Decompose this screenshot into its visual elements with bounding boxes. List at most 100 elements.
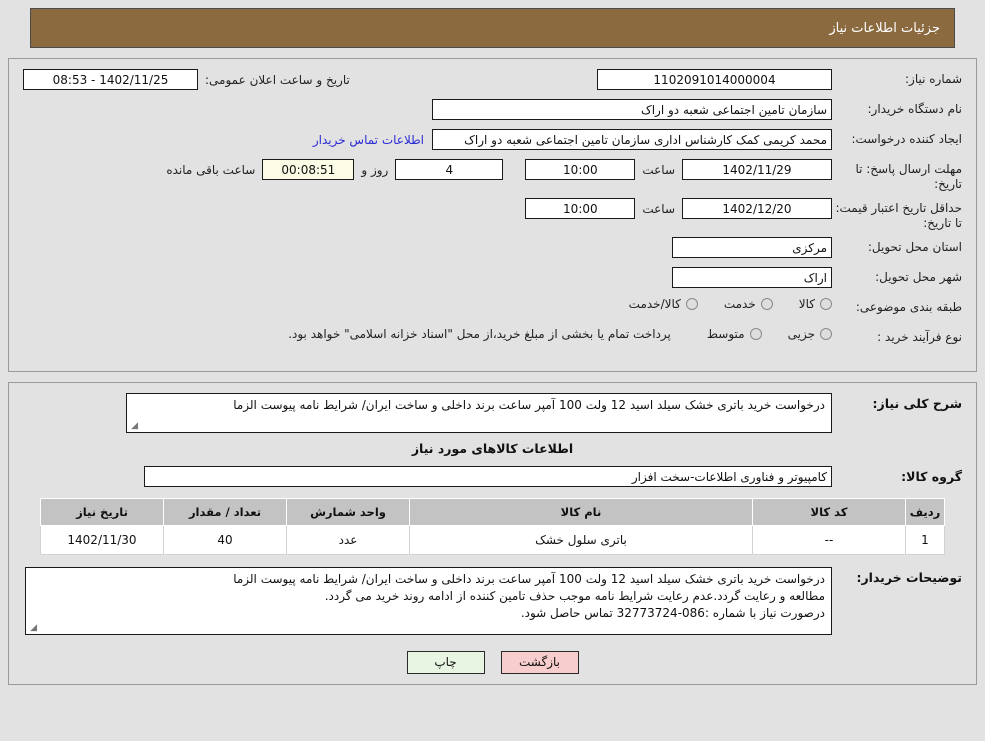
- general-description-fields: درخواست خرید باتری خشک سیلد اسید 12 ولت …: [23, 393, 832, 433]
- goods-table-head: ردیف کد کالا نام کالا واحد شمارش تعداد /…: [40, 498, 945, 526]
- buyer-notes-line-2: مطالعه و رعایت گردد.عدم رعایت شرایط نامه…: [324, 589, 825, 603]
- row-purchase-process: نوع فرآیند خرید : جزیی متوسط پرداخت تمام…: [23, 327, 962, 351]
- back-button[interactable]: بازگشت: [500, 651, 579, 674]
- cell-name: باتری سلول خشک: [409, 525, 753, 555]
- category-option-goods-label: کالا: [798, 297, 815, 311]
- remaining-days-label: روز و: [361, 162, 389, 177]
- process-option-medium[interactable]: متوسط: [707, 327, 762, 341]
- row-goods-group: گروه کالا: کامپیوتر و فناوری اطلاعات-سخت…: [23, 466, 962, 490]
- need-info-panel: شماره نیاز: 1102091014000004 تاریخ و ساع…: [8, 58, 977, 372]
- process-option-minor[interactable]: جزیی: [788, 327, 832, 341]
- row-response-deadline: مهلت ارسال پاسخ: تا تاریخ: 1402/11/29 سا…: [23, 159, 962, 192]
- radio-icon[interactable]: [820, 298, 832, 310]
- table-row: 1 -- باتری سلول خشک عدد 40 1402/11/30: [40, 525, 945, 555]
- row-price-validity: حداقل تاریخ اعتبار قیمت: تا تاریخ: 1402/…: [23, 198, 962, 231]
- row-requester: ایجاد کننده درخواست: محمد کریمی کمک کارش…: [23, 129, 962, 153]
- row-delivery-city: شهر محل تحویل: اراک: [23, 267, 962, 291]
- delivery-province-label: استان محل تحویل:: [867, 240, 962, 254]
- goods-group-fields: کامپیوتر و فناوری اطلاعات-سخت افزار: [23, 466, 832, 487]
- buyer-notes-label: توضیحات خریدار:: [856, 570, 962, 585]
- col-header-name: نام کالا: [409, 498, 753, 526]
- purchase-process-fields: جزیی متوسط پرداخت تمام یا بخشی از مبلغ خ…: [23, 327, 832, 341]
- general-description-label: شرح کلی نیاز:: [872, 396, 962, 411]
- radio-icon[interactable]: [685, 298, 698, 310]
- delivery-city-label: شهر محل تحویل:: [875, 270, 962, 284]
- goods-table-body: 1 -- باتری سلول خشک عدد 40 1402/11/30: [40, 525, 945, 555]
- delivery-city-fields: اراک: [23, 267, 832, 288]
- category-option-goods[interactable]: کالا: [799, 297, 832, 311]
- goods-section-title: اطلاعات کالاهای مورد نیاز: [411, 441, 574, 456]
- row-delivery-province: استان محل تحویل: مرکزی: [23, 237, 962, 261]
- need-number-label: شماره نیاز:: [905, 72, 962, 86]
- row-buyer-org: نام دستگاه خریدار: سازمان تامین اجتماعی …: [23, 99, 962, 123]
- goods-table-header-row: ردیف کد کالا نام کالا واحد شمارش تعداد /…: [40, 498, 945, 526]
- category-option-goods-service[interactable]: کالا/خدمت: [629, 297, 698, 311]
- response-deadline-fields: 1402/11/29 ساعت 10:00 4 روز و 00:08:51 س…: [23, 159, 832, 180]
- col-header-qty: تعداد / مقدار: [163, 498, 287, 526]
- requester-value: محمد کریمی کمک کارشناس اداری سازمان تامی…: [432, 129, 832, 150]
- resize-grip-icon[interactable]: ◢: [28, 624, 37, 633]
- buyer-org-fields: سازمان تامین اجتماعی شعبه دو اراک: [23, 99, 832, 120]
- category-option-service-label: خدمت: [723, 297, 756, 311]
- countdown-timer-label: ساعت باقی مانده: [166, 162, 256, 177]
- purchase-process-note: پرداخت تمام یا بخشی از مبلغ خرید،از محل …: [288, 327, 671, 341]
- cell-radif: 1: [905, 525, 945, 555]
- page-header-bar: جزئیات اطلاعات نیاز: [30, 8, 955, 48]
- purchase-process-label: نوع فرآیند خرید :: [877, 330, 962, 344]
- page-title: جزئیات اطلاعات نیاز: [829, 20, 940, 36]
- radio-icon[interactable]: [749, 328, 762, 340]
- col-header-date: تاریخ نیاز: [40, 498, 164, 526]
- requester-fields: محمد کریمی کمک کارشناس اداری سازمان تامی…: [23, 129, 832, 150]
- response-deadline-date: 1402/11/29: [682, 159, 832, 180]
- footer-actions: بازگشت چاپ: [23, 651, 962, 674]
- process-option-medium-label: متوسط: [706, 327, 745, 341]
- price-validity-hour: 10:00: [525, 198, 636, 219]
- cell-unit: عدد: [286, 525, 410, 555]
- col-header-code: کد کالا: [752, 498, 906, 526]
- row-subject-category: طبقه بندی موضوعی: کالا خدمت کالا/خدمت: [23, 297, 962, 321]
- countdown-timer-value: 00:08:51: [262, 159, 355, 180]
- col-header-radif: ردیف: [905, 498, 945, 526]
- buyer-notes-line-1: درخواست خرید باتری خشک سیلد اسید 12 ولت …: [233, 572, 825, 586]
- delivery-province-value: مرکزی: [672, 237, 832, 258]
- delivery-city-value: اراک: [672, 267, 832, 288]
- price-validity-hour-label: ساعت: [642, 201, 675, 216]
- price-validity-date: 1402/12/20: [682, 198, 832, 219]
- cell-qty: 40: [163, 525, 287, 555]
- price-validity-label: حداقل تاریخ اعتبار قیمت: تا تاریخ:: [835, 201, 962, 230]
- goods-group-value: کامپیوتر و فناوری اطلاعات-سخت افزار: [144, 466, 832, 487]
- subject-category-label: طبقه بندی موضوعی:: [855, 300, 962, 314]
- cell-code: --: [752, 525, 906, 555]
- row-need-number: شماره نیاز: 1102091014000004 تاریخ و ساع…: [23, 69, 962, 93]
- radio-icon[interactable]: [820, 328, 832, 340]
- row-general-description: شرح کلی نیاز: درخواست خرید باتری خشک سیل…: [23, 393, 962, 433]
- page-root: جزئیات اطلاعات نیاز شماره نیاز: 11020910…: [0, 8, 985, 685]
- resize-grip-icon[interactable]: ◢: [129, 422, 138, 431]
- buyer-contact-link[interactable]: اطلاعات تماس خریدار: [305, 133, 432, 147]
- buyer-org-value: سازمان تامین اجتماعی شعبه دو اراک: [432, 99, 832, 120]
- response-deadline-hour-label: ساعت: [642, 162, 675, 177]
- buyer-org-label: نام دستگاه خریدار:: [867, 102, 963, 116]
- process-option-minor-label: جزیی: [787, 327, 815, 341]
- print-button[interactable]: چاپ: [406, 651, 485, 674]
- general-description-textarea[interactable]: درخواست خرید باتری خشک سیلد اسید 12 ولت …: [126, 393, 832, 433]
- publish-datetime-value: 1402/11/25 - 08:53: [23, 69, 198, 90]
- buyer-notes-fields: درخواست خرید باتری خشک سیلد اسید 12 ولت …: [23, 567, 832, 635]
- delivery-province-fields: مرکزی: [23, 237, 832, 258]
- price-validity-fields: 1402/12/20 ساعت 10:00: [23, 198, 832, 219]
- subject-category-fields: کالا خدمت کالا/خدمت: [23, 297, 832, 311]
- category-option-service[interactable]: خدمت: [724, 297, 773, 311]
- col-header-unit: واحد شمارش: [286, 498, 410, 526]
- buyer-notes-textarea[interactable]: درخواست خرید باتری خشک سیلد اسید 12 ولت …: [25, 567, 832, 635]
- general-description-value: درخواست خرید باتری خشک سیلد اسید 12 ولت …: [233, 398, 825, 412]
- buyer-notes-line-3: درصورت نیاز با شماره :086-32773724 تماس …: [520, 606, 825, 620]
- radio-icon[interactable]: [760, 298, 773, 310]
- publish-datetime-label: تاریخ و ساعت اعلان عمومی:: [205, 72, 350, 87]
- need-number-value: 1102091014000004: [597, 69, 832, 90]
- goods-group-label: گروه کالا:: [901, 469, 962, 484]
- goods-details-panel: شرح کلی نیاز: درخواست خرید باتری خشک سیل…: [8, 382, 977, 685]
- row-buyer-notes: توضیحات خریدار: درخواست خرید باتری خشک س…: [23, 567, 962, 635]
- need-number-fields: 1102091014000004 تاریخ و ساعت اعلان عموم…: [23, 69, 832, 90]
- goods-table: ردیف کد کالا نام کالا واحد شمارش تعداد /…: [40, 498, 945, 555]
- cell-date: 1402/11/30: [40, 525, 164, 555]
